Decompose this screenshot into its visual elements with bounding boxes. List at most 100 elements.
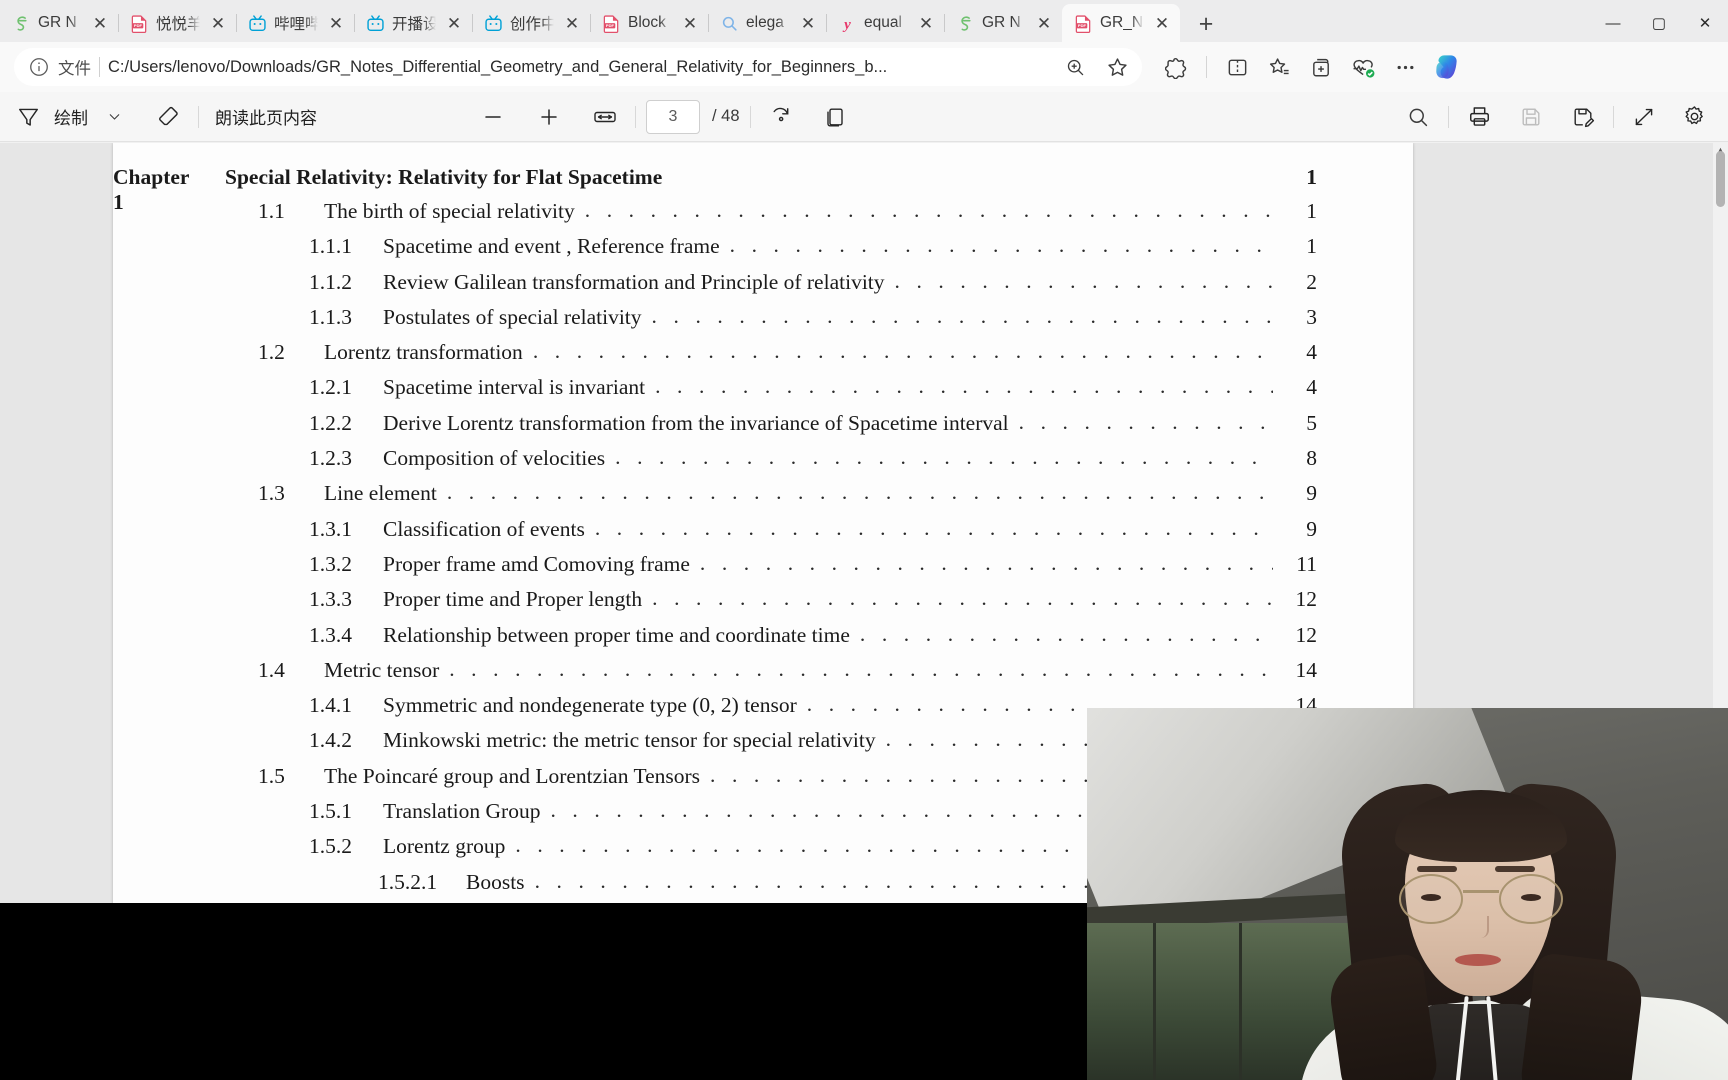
maximize-button[interactable]: ▢ (1636, 4, 1682, 42)
zoom-in-button[interactable] (529, 99, 569, 135)
url-text[interactable]: C:/Users/lenovo/Downloads/GR_Notes_Diffe… (108, 58, 1050, 77)
webcam-nose (1473, 916, 1489, 938)
toc-leader-dots: . . . . . . . . . . . . . . . . . . . . … (651, 303, 1273, 328)
toc-entry-title: Metric tensor (324, 657, 440, 682)
tab-title: equal (864, 14, 902, 31)
toc-entry-page: 8 (1306, 446, 1317, 471)
split-screen-icon[interactable] (1217, 47, 1257, 87)
tab-close-icon[interactable]: ✕ (1151, 12, 1173, 34)
extensions-icon[interactable] (1156, 47, 1196, 87)
toc-entry-title: Boosts (466, 869, 525, 894)
toc-entry[interactable]: 1.3 Line element . . . . . . . . . . . . .… (113, 480, 1413, 516)
save-as-icon[interactable] (1563, 99, 1603, 135)
tab-close-icon[interactable]: ✕ (679, 12, 701, 34)
favorites-icon[interactable] (1259, 47, 1299, 87)
toc-leader-dots: . . . . . . . . . . . . . . . . . . . . … (594, 515, 1273, 540)
gear-icon[interactable] (1674, 99, 1714, 135)
toc-entry[interactable]: 1.3.4 Relationship between proper time an… (113, 622, 1413, 658)
toc-entry-number: 1.3.1 (309, 516, 352, 541)
browser-tab[interactable]: y equal ✕ (826, 4, 945, 42)
toc-entry[interactable]: 1.2.2 Derive Lorentz transformation from … (113, 410, 1413, 446)
copilot-icon[interactable] (1427, 47, 1467, 87)
webcam-overlay[interactable] (1087, 708, 1728, 1080)
sogou-icon (956, 14, 975, 33)
browser-toolbar-icons (1156, 47, 1467, 87)
toc-entry[interactable]: 1.2.3 Composition of velocities . . . . . … (113, 445, 1413, 481)
browser-tab[interactable]: GR N ✕ (0, 4, 119, 42)
tab-close-icon[interactable]: ✕ (797, 12, 819, 34)
info-icon[interactable] (28, 56, 50, 78)
fit-width-icon[interactable] (585, 99, 625, 135)
print-icon[interactable] (1459, 99, 1499, 135)
toc-entry-number: 1.1 (258, 199, 285, 223)
pdf-icon: PDF (602, 14, 621, 33)
star-icon[interactable] (1100, 50, 1134, 84)
browser-tab[interactable]: PDF GR_N ✕ (1062, 4, 1180, 42)
toc-entry-page: 12 (1295, 587, 1318, 612)
svg-text:PDF: PDF (606, 23, 615, 28)
browser-tab[interactable]: PDF Block ✕ (590, 4, 709, 42)
toc-entry[interactable]: 1.1 The birth of special relativity . . . … (113, 198, 1413, 234)
toc-entry[interactable]: 1.3.3 Proper time and Proper length . . . … (113, 586, 1413, 622)
tab-close-icon[interactable]: ✕ (325, 12, 347, 34)
chevron-down-icon[interactable] (94, 99, 134, 135)
toc-leader-dots: . . . . . . . . . . . . . . . . . . . . … (894, 268, 1273, 293)
scrollbar-thumb[interactable] (1716, 151, 1725, 207)
toc-entry[interactable]: 1.3.1 Classification of events . . . . . .… (113, 515, 1413, 552)
close-window-button[interactable]: ✕ (1682, 4, 1728, 42)
toc-entry[interactable]: 1.4 Metric tensor . . . . . . . . . . . . … (113, 657, 1413, 693)
pdf-icon: PDF (130, 14, 149, 33)
browser-tab[interactable]: 开播设 ✕ (354, 4, 473, 42)
page-number-input[interactable]: 3 (646, 99, 700, 134)
toc-entry-title: The Poincaré group and Lorentzian Tensor… (324, 763, 701, 788)
toc-entry[interactable]: 1.1.1 Spacetime and event , Reference fra… (113, 233, 1413, 269)
browser-tab[interactable]: elega ✕ (708, 4, 827, 42)
toc-entry-page: 1 (1306, 165, 1317, 189)
toc-entry-title: Proper time and Proper length (383, 587, 643, 612)
eraser-icon[interactable] (148, 99, 188, 135)
toc-entry[interactable]: 1.1.2 Review Galilean transformation and … (113, 268, 1413, 305)
toc-entry-page: 1 (1306, 199, 1317, 223)
toc-entry[interactable]: 1.2 Lorentz transformation . . . . . . . … (113, 339, 1413, 375)
tab-close-icon[interactable]: ✕ (1033, 12, 1055, 34)
new-tab-button[interactable]: + (1184, 6, 1228, 42)
tab-close-icon[interactable]: ✕ (561, 12, 583, 34)
tab-close-icon[interactable]: ✕ (89, 12, 111, 34)
toc-entry-number: 1.5.1 (309, 799, 352, 824)
webcam-hair-drape-left (1325, 952, 1441, 1080)
toc-entry[interactable]: Chapter 1 Special Relativity: Relativity … (113, 165, 1413, 214)
zoom-out-button[interactable] (473, 99, 513, 135)
tab-close-icon[interactable]: ✕ (915, 12, 937, 34)
tab-title: elega (746, 14, 784, 31)
toc-entry[interactable]: 1.2.1 Spacetime interval is invariant . . … (113, 374, 1413, 410)
toc-entry-page: 3 (1306, 304, 1317, 329)
pen-icon[interactable] (8, 99, 48, 135)
fullscreen-icon[interactable] (1624, 99, 1664, 135)
tab-close-icon[interactable]: ✕ (443, 12, 465, 34)
browser-tab[interactable]: 哔哩哔 ✕ (236, 4, 355, 42)
draw-button[interactable]: 绘制 (48, 99, 94, 135)
settings-more-icon[interactable] (1385, 47, 1425, 87)
pdf-toolbar: 绘制 朗读此页内容 3 / 48 (0, 92, 1728, 142)
browser-tab[interactable]: PDF 悦悦羊 ✕ (118, 4, 237, 42)
rotate-icon[interactable] (761, 99, 801, 135)
webcam-brow-right (1495, 866, 1535, 872)
search-icon[interactable] (1398, 99, 1438, 135)
browser-essentials-icon[interactable] (1343, 47, 1383, 87)
minimize-button[interactable]: — (1590, 4, 1636, 42)
toc-entry-number: 1.4 (258, 657, 285, 682)
toc-entry-title: Relationship between proper time and coo… (383, 622, 850, 647)
browser-tab[interactable]: 创作中 ✕ (472, 4, 591, 42)
page-view-icon[interactable] (815, 99, 855, 135)
toc-entry[interactable]: 1.3.2 Proper frame amd Comoving frame . . … (113, 551, 1413, 587)
collections-icon[interactable] (1301, 47, 1341, 87)
browser-tab[interactable]: GR N ✕ (944, 4, 1063, 42)
zoom-in-icon[interactable] (1058, 50, 1092, 84)
toc-entry[interactable]: 1.1.3 Postulates of special relativity . .… (113, 303, 1413, 340)
tab-close-icon[interactable]: ✕ (207, 12, 229, 34)
read-aloud-button[interactable]: 朗读此页内容 (209, 99, 323, 135)
scheme-label: 文件 (58, 60, 91, 78)
toc-entry-title: Classification of events (383, 516, 585, 541)
toc-entry-title: Proper frame amd Comoving frame (383, 551, 690, 576)
address-bar[interactable]: 文件 C:/Users/lenovo/Downloads/GR_Notes_Di… (14, 48, 1142, 86)
